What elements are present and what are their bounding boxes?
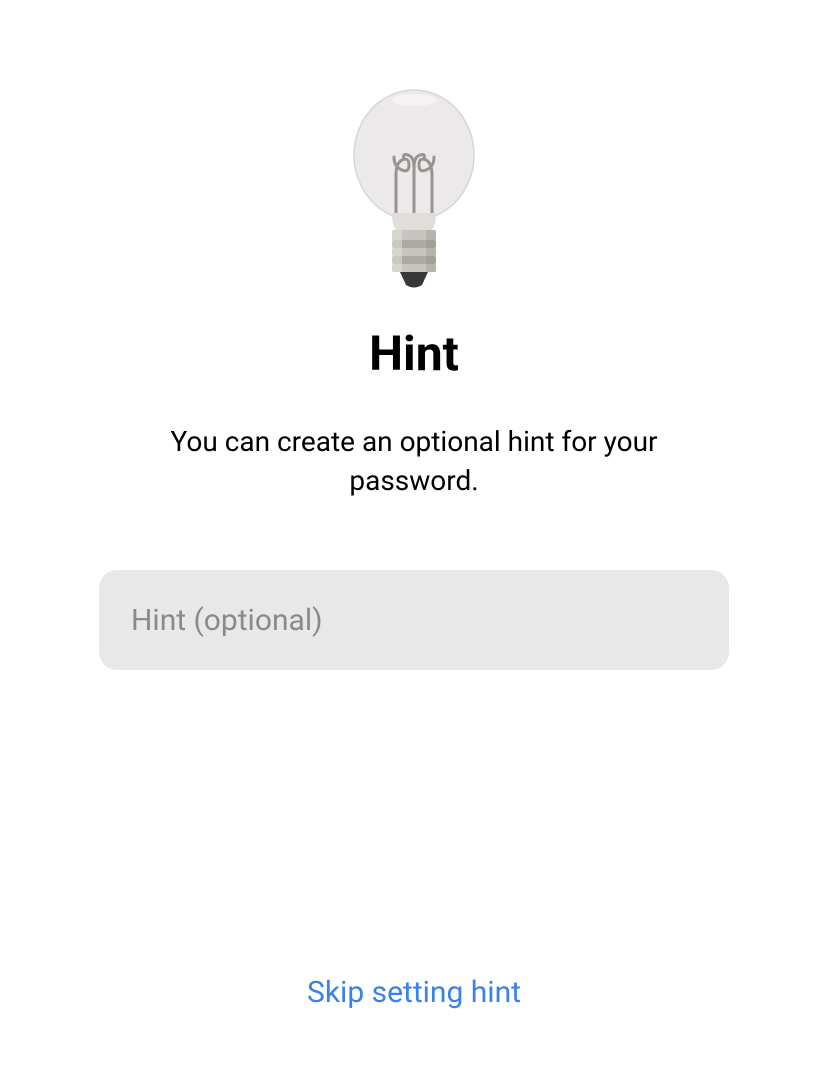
hint-input-container xyxy=(99,570,729,670)
hint-input[interactable] xyxy=(99,570,729,670)
page-title: Hint xyxy=(369,325,459,382)
skip-button[interactable]: Skip setting hint xyxy=(307,975,521,1010)
lightbulb-icon xyxy=(344,85,484,295)
page-description: You can create an optional hint for your… xyxy=(114,422,714,500)
